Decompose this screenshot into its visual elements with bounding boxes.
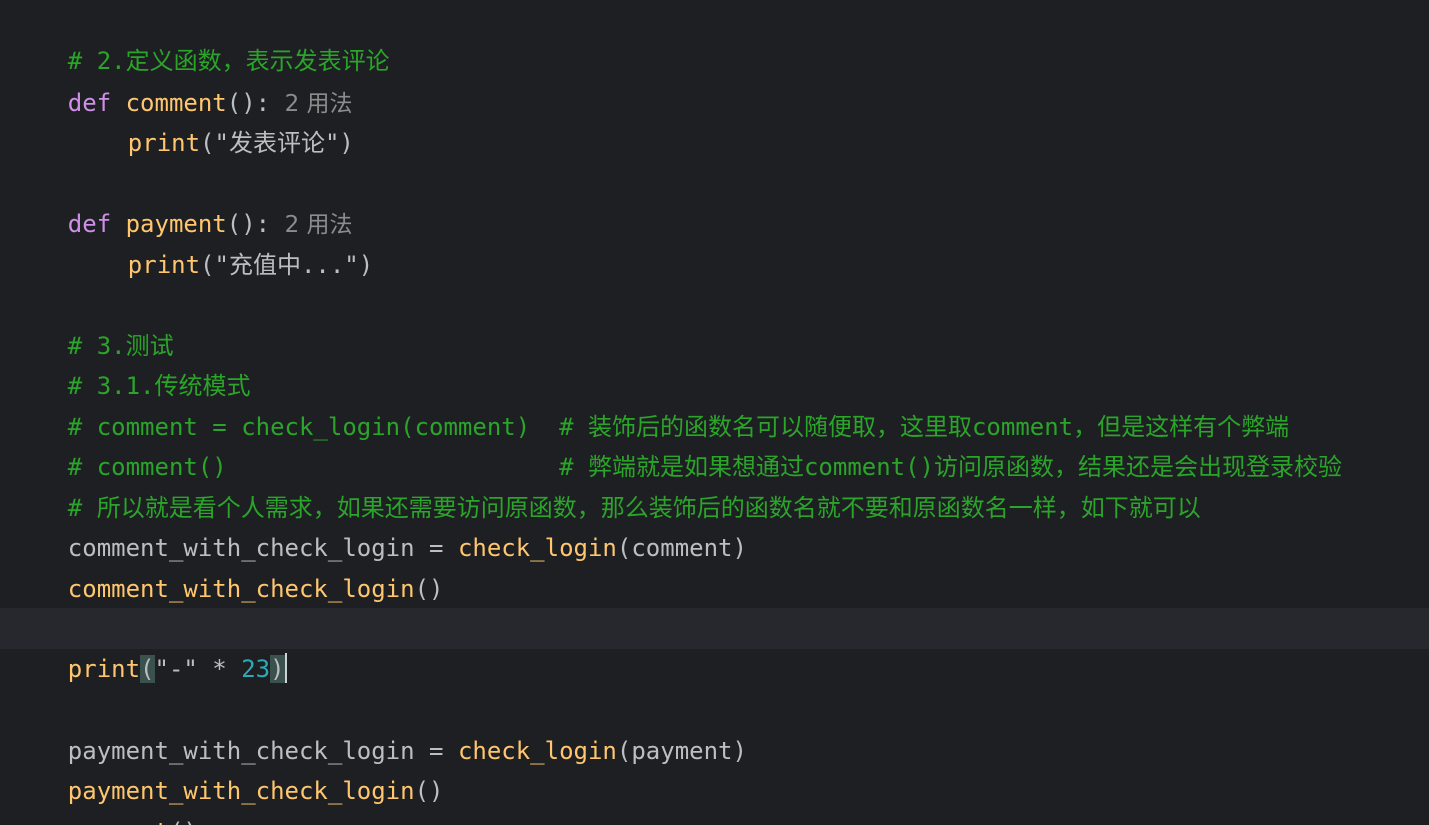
number-literal: 23 <box>241 654 271 683</box>
code-line-19[interactable]: payment_with_check_login() <box>0 730 1429 805</box>
code-line-15[interactable]: comment() <box>0 568 1429 643</box>
paren-close: ) <box>339 128 354 157</box>
code-line-10[interactable]: # comment = check_login(comment) # 装饰后的函… <box>0 366 1429 441</box>
code-line-11[interactable]: # comment() # 弊端就是如果想通过comment()访问原函数，结果… <box>0 406 1429 481</box>
matched-paren-open: ( <box>140 654 155 683</box>
string-literal: "充值中..." <box>214 250 359 279</box>
code-line-13[interactable]: comment_with_check_login = check_login(c… <box>0 487 1429 562</box>
paren-close: ) <box>358 250 374 279</box>
paren-open: ( <box>200 250 215 279</box>
code-editor[interactable]: # 2.定义函数，表示发表评论 def comment(): 2 用法 prin… <box>0 0 1429 825</box>
code-line-12[interactable]: # 所以就是看个人需求，如果还需要访问原函数，那么装饰后的函数名就不要和原函数名… <box>0 447 1429 522</box>
code-line-8[interactable]: # 3.测试 <box>0 285 1429 360</box>
code-line-5[interactable]: def payment(): 2 用法 <box>0 163 1429 238</box>
builtin-print: print <box>127 250 201 279</box>
string-literal: "-" <box>154 654 198 683</box>
code-line-2[interactable]: def comment(): 2 用法 <box>0 42 1429 117</box>
function-call: payment <box>68 818 169 825</box>
builtin-print: print <box>127 128 201 157</box>
matched-paren-close: ) <box>270 654 285 683</box>
builtin-print: print <box>67 654 141 683</box>
code-line-14[interactable]: comment_with_check_login() <box>0 528 1429 603</box>
code-line-20[interactable]: payment() <box>0 771 1429 825</box>
code-line-3[interactable]: print("发表评论") <box>0 82 1429 157</box>
text-caret <box>284 652 287 683</box>
code-line-1[interactable]: # 2.定义函数，表示发表评论 <box>0 0 1429 75</box>
parens: () <box>169 818 198 825</box>
code-line-6[interactable]: print("充值中...") <box>0 204 1429 279</box>
code-line-16-current[interactable]: print("-" * 23) <box>0 608 1429 683</box>
code-line-18[interactable]: payment_with_check_login = check_login(p… <box>0 690 1429 765</box>
paren-open: ( <box>200 128 215 157</box>
multiply-operator: * <box>197 654 242 683</box>
string-literal: "发表评论" <box>214 128 340 157</box>
code-line-9[interactable]: # 3.1.传统模式 <box>0 325 1429 400</box>
